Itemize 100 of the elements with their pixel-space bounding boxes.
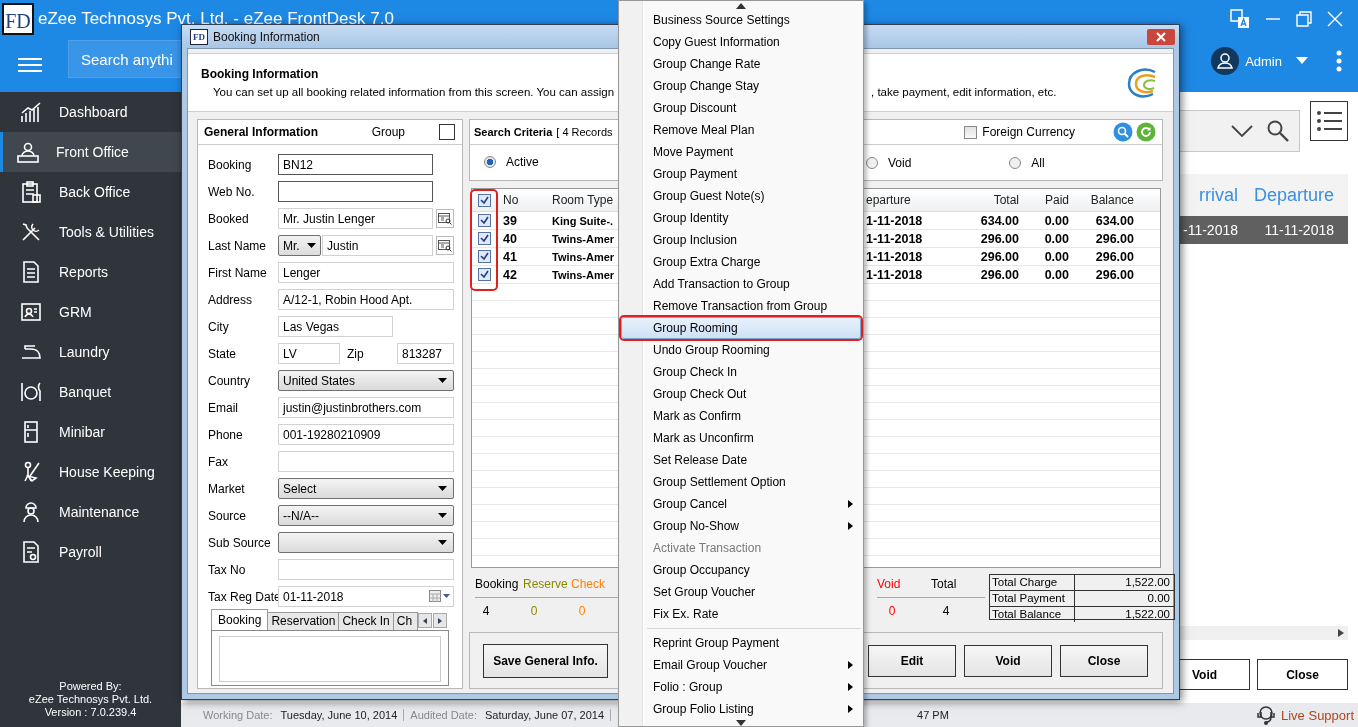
menu-item[interactable]: Group Check Out [621,383,861,405]
action-button[interactable]: Edit [868,644,956,677]
menu-item[interactable]: Email Group Voucher [621,654,861,676]
menu-item[interactable]: Group Change Rate [621,53,861,75]
menu-item[interactable]: Group Payment [621,163,861,185]
action-button[interactable]: Void [964,644,1052,677]
action-button[interactable]: Close [1257,659,1348,690]
sidebar-item[interactable]: Front Office [0,132,181,172]
menu-item[interactable]: Reprint Group Payment [621,632,861,654]
menu-item[interactable]: Group Check In [621,361,861,383]
dropdown[interactable]: Select [278,478,454,499]
tab[interactable]: Check In [338,612,394,630]
row-checkbox[interactable] [477,214,491,227]
radio-button[interactable] [1009,157,1022,169]
more-icon[interactable] [1336,50,1342,72]
dropdown[interactable] [278,532,454,553]
menu-item[interactable]: Group No-Show [621,515,861,537]
action-button[interactable]: Close [1060,644,1148,677]
refresh-button[interactable] [1136,122,1156,142]
live-support-link[interactable]: Live Support [1281,707,1354,723]
scroll-right-icon[interactable] [1338,629,1344,637]
sidebar-item[interactable]: GRM [0,292,181,332]
close-button[interactable] [1327,11,1343,27]
sidebar-item[interactable]: Tools & Utilities [0,212,181,252]
row-checkbox[interactable] [477,268,491,281]
menu-item[interactable]: Mark as Unconfirm [621,427,861,449]
menu-item[interactable]: Business Source Settings [621,9,861,31]
menu-item[interactable]: Group Change Stay [621,75,861,97]
group-checkbox[interactable] [439,124,455,140]
input-field[interactable] [278,181,433,202]
menu-item[interactable]: Folio : Group [621,676,861,698]
calendar-icon[interactable] [429,590,451,603]
input-field[interactable]: BN12 [278,154,433,175]
menu-item[interactable]: Group Inclusion [621,229,861,251]
menu-item[interactable]: Group Identity [621,207,861,229]
chevron-down-icon[interactable] [1231,125,1253,137]
scroll-up-icon[interactable] [736,3,746,9]
checkbox[interactable] [964,125,978,139]
sidebar-item[interactable]: Minibar [0,412,181,452]
menu-item[interactable]: Remove Meal Plan [621,119,861,141]
menu-item[interactable]: Move Payment [621,141,861,163]
caret-icon[interactable] [1296,57,1308,65]
date-field[interactable]: 01-11-2018 [278,586,454,607]
close-button[interactable] [1147,28,1175,45]
menu-item[interactable]: Group Settlement Option [621,471,861,493]
save-button[interactable]: Save General Info. [483,643,608,678]
scroll-down-icon[interactable] [736,720,746,726]
sidebar-item[interactable]: Reports [0,252,181,292]
sidebar-item[interactable]: Laundry [0,332,181,372]
tab[interactable]: Reservation [267,612,340,630]
menu-item[interactable]: Group Occupancy [621,559,861,581]
sidebar-item[interactable]: Dashboard [0,92,181,132]
row-checkbox[interactable] [477,250,491,263]
menu-item[interactable]: Group Extra Charge [621,251,861,273]
menu-item[interactable]: Mark as Confirm [621,405,861,427]
dropdown[interactable]: United States [278,370,454,391]
tab[interactable]: Booking [211,609,269,630]
input-field[interactable]: 001-19280210909 [278,424,454,445]
input-field[interactable]: Justin [322,235,433,256]
tab[interactable]: Ch [392,612,418,630]
sidebar-item[interactable]: Maintenance [0,492,181,532]
lookup-button[interactable] [436,236,454,255]
menu-item[interactable]: Add Transaction to Group [621,273,861,295]
input-field[interactable]: LV [278,343,340,364]
restore-button[interactable] [1296,11,1312,27]
menu-item[interactable]: Set Release Date [621,449,861,471]
menu-item[interactable]: Set Group Voucher [621,581,861,603]
input-field[interactable]: A/12-1, Robin Hood Apt. [278,289,454,310]
menu-item[interactable]: Copy Guest Information [621,31,861,53]
input-field[interactable]: 813287 [397,343,454,364]
input-field[interactable]: Las Vegas [278,316,393,337]
translate-icon[interactable] [1230,9,1250,29]
sidebar-item[interactable]: Banquet [0,372,181,412]
radio-button[interactable] [866,157,878,169]
select-all-checkbox[interactable] [477,193,491,207]
search-icon[interactable] [1267,120,1289,142]
menu-item[interactable]: Group Guest Note(s) [621,185,861,207]
menu-item[interactable]: Group Cancel [621,493,861,515]
sidebar-item[interactable]: House Keeping [0,452,181,492]
lookup-button[interactable] [436,209,454,228]
menu-item[interactable]: Remove Transaction from Group [621,295,861,317]
sidebar-item[interactable]: Payroll [0,532,181,572]
search-button[interactable] [1113,122,1133,142]
radio-button[interactable] [484,156,496,168]
menu-item[interactable]: Undo Group Rooming [621,339,861,361]
dropdown[interactable]: --N/A-- [278,505,454,526]
list-view-button[interactable] [1310,101,1348,141]
menu-item[interactable]: Group Rooming [621,317,861,339]
title-dropdown[interactable]: Mr. [278,235,321,256]
headset-icon[interactable] [1255,704,1277,726]
menu-item[interactable]: Group Discount [621,97,861,119]
menu-item[interactable]: Group Folio Listing [621,698,861,720]
user-name[interactable]: Admin [1245,53,1282,69]
input-field[interactable]: Lenger [278,262,454,283]
scroll-right-button[interactable] [432,613,447,628]
sidebar-item[interactable]: Back Office [0,172,181,212]
input-field[interactable]: justin@justinbrothers.com [278,397,454,418]
menu-item[interactable]: Fix Ex. Rate [621,603,861,625]
row-checkbox[interactable] [477,232,491,245]
input-field[interactable]: Mr. Justin Lenger [278,208,433,229]
